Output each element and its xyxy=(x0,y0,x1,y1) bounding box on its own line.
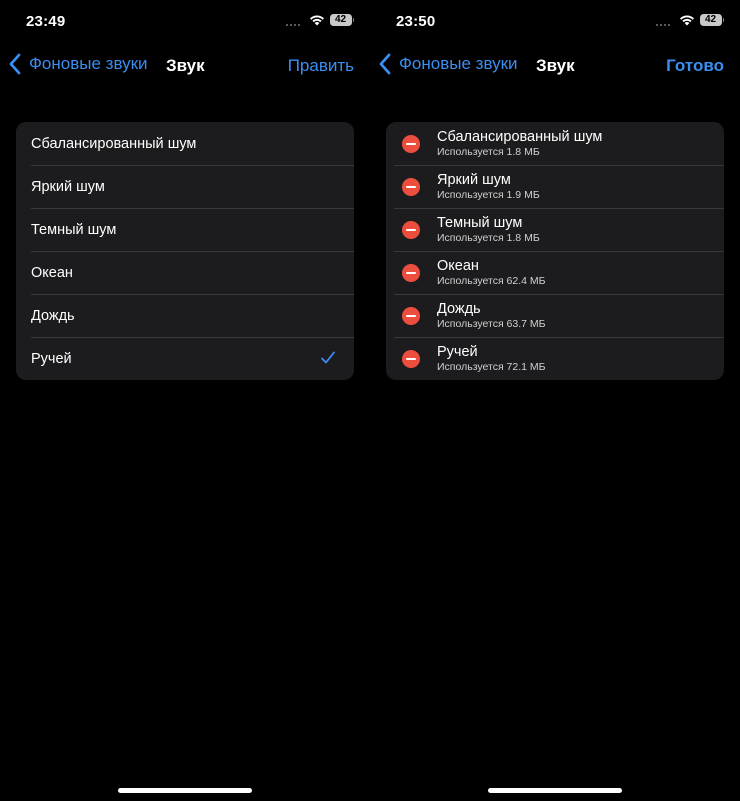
done-button[interactable]: Готово xyxy=(666,56,724,76)
status-bar: 23:49 42 xyxy=(0,0,370,44)
sound-size: Используется 1.8 МБ xyxy=(437,145,540,158)
sound-label: Океан xyxy=(437,257,479,274)
page-title: Звук xyxy=(536,56,575,75)
wifi-icon xyxy=(309,14,325,26)
sound-row[interactable]: Сбалансированный шум xyxy=(16,122,354,165)
sound-row-selected[interactable]: Ручей xyxy=(16,337,354,380)
signal-icon xyxy=(655,18,674,26)
chevron-left-icon xyxy=(379,53,391,75)
sound-size: Используется 63.7 МБ xyxy=(437,317,546,330)
sound-size: Используется 72.1 МБ xyxy=(437,360,546,373)
battery-icon: 42 xyxy=(329,14,354,26)
checkmark-icon xyxy=(321,351,335,364)
status-bar: 23:50 42 xyxy=(370,0,740,44)
sound-label: Темный шум xyxy=(31,221,117,238)
sound-size: Используется 62.4 МБ xyxy=(437,274,546,287)
minus-circle-icon[interactable] xyxy=(402,306,420,325)
left-screen: 23:49 42 Фоновые звуки Звук Править Сбал… xyxy=(0,0,370,801)
sound-list: Сбалансированный шум Яркий шум Темный шу… xyxy=(16,122,354,380)
sound-label: Океан xyxy=(31,264,73,281)
sound-row[interactable]: Яркий шум xyxy=(16,165,354,208)
battery-level: 42 xyxy=(699,14,722,26)
sound-edit-row[interactable]: Сбалансированный шум Используется 1.8 МБ xyxy=(386,122,724,165)
sound-size: Используется 1.8 МБ xyxy=(437,231,540,244)
sound-label: Сбалансированный шум xyxy=(31,135,197,152)
minus-circle-icon[interactable] xyxy=(402,263,420,282)
signal-icon xyxy=(285,18,304,26)
navigation-bar: Фоновые звуки Звук Править xyxy=(0,44,370,88)
sound-edit-row[interactable]: Темный шум Используется 1.8 МБ xyxy=(386,208,724,251)
status-time: 23:50 xyxy=(396,13,436,30)
sound-label: Дождь xyxy=(31,307,75,324)
sound-label: Ручей xyxy=(437,343,478,360)
sound-row[interactable]: Дождь xyxy=(16,294,354,337)
status-icons: 42 xyxy=(285,14,354,26)
minus-circle-icon[interactable] xyxy=(402,349,420,368)
back-button-label: Фоновые звуки xyxy=(29,54,148,73)
sound-row[interactable]: Океан xyxy=(16,251,354,294)
page-title: Звук xyxy=(166,56,205,75)
back-button-label: Фоновые звуки xyxy=(399,54,518,73)
minus-circle-icon[interactable] xyxy=(402,177,420,196)
battery-level: 42 xyxy=(329,14,352,26)
battery-icon: 42 xyxy=(699,14,724,26)
wifi-icon xyxy=(679,14,695,26)
home-indicator[interactable] xyxy=(118,788,252,793)
back-button[interactable]: Фоновые звуки xyxy=(8,53,148,75)
right-screen: 23:50 42 Фоновые звуки Звук Готово Сбала… xyxy=(370,0,740,801)
sound-label: Яркий шум xyxy=(31,178,105,195)
minus-circle-icon[interactable] xyxy=(402,220,420,239)
sound-label: Сбалансированный шум xyxy=(437,128,603,145)
sound-edit-row[interactable]: Ручей Используется 72.1 МБ xyxy=(386,337,724,380)
edit-button[interactable]: Править xyxy=(288,56,354,76)
chevron-left-icon xyxy=(9,53,21,75)
sound-label: Яркий шум xyxy=(437,171,511,188)
back-button[interactable]: Фоновые звуки xyxy=(378,53,518,75)
sound-label: Темный шум xyxy=(437,214,523,231)
home-indicator[interactable] xyxy=(488,788,622,793)
sound-edit-list: Сбалансированный шум Используется 1.8 МБ … xyxy=(386,122,724,380)
sound-label: Дождь xyxy=(437,300,481,317)
status-icons: 42 xyxy=(655,14,724,26)
sound-edit-row[interactable]: Океан Используется 62.4 МБ xyxy=(386,251,724,294)
sound-row[interactable]: Темный шум xyxy=(16,208,354,251)
navigation-bar: Фоновые звуки Звук Готово xyxy=(370,44,740,88)
minus-circle-icon[interactable] xyxy=(402,134,420,153)
sound-size: Используется 1.9 МБ xyxy=(437,188,540,201)
sound-label: Ручей xyxy=(31,350,72,367)
status-time: 23:49 xyxy=(26,13,66,30)
sound-edit-row[interactable]: Дождь Используется 63.7 МБ xyxy=(386,294,724,337)
sound-edit-row[interactable]: Яркий шум Используется 1.9 МБ xyxy=(386,165,724,208)
